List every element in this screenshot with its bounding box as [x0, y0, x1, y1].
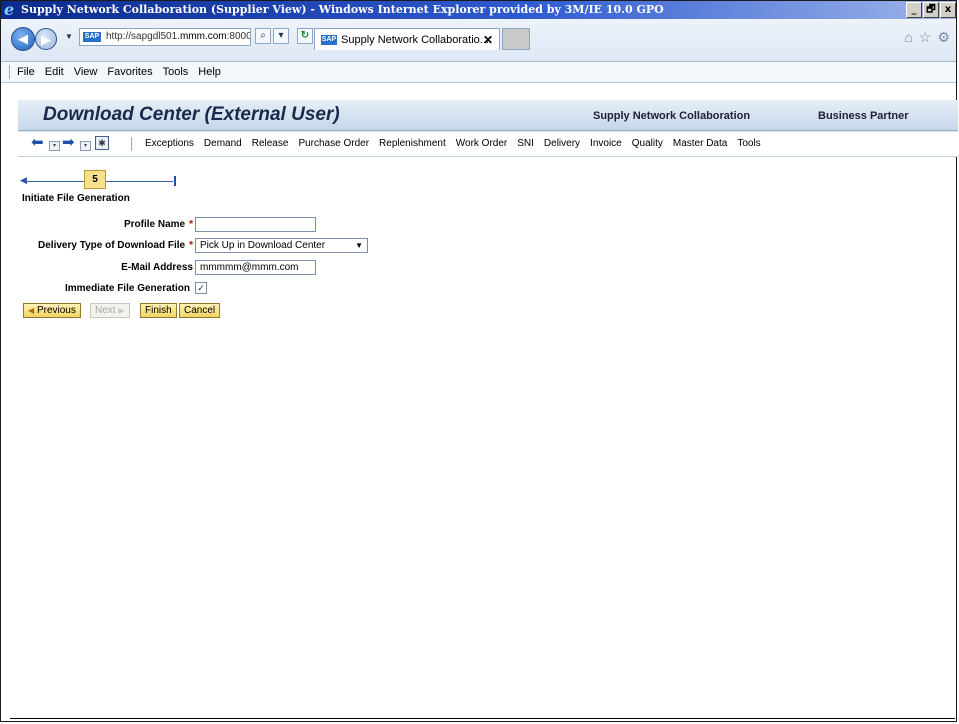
close-window-button[interactable]: x	[940, 2, 956, 18]
tab-favicon-icon: SAP	[321, 35, 337, 45]
nav-item-exceptions[interactable]: Exceptions	[140, 132, 199, 156]
nav-item-replenishment[interactable]: Replenishment	[374, 132, 451, 156]
window-bottom-border	[10, 718, 955, 719]
history-dropdown-icon[interactable]: ▼	[65, 32, 73, 41]
window-title: Supply Network Collaboration (Supplier V…	[21, 3, 664, 16]
next-arrow-icon: ▶	[118, 306, 125, 315]
profile-name-label-text: Profile Name	[123, 219, 186, 230]
url-domain: mmm.com	[179, 31, 227, 42]
finish-button[interactable]: Finish	[140, 303, 177, 318]
menu-file[interactable]: File	[17, 62, 35, 82]
back-arrow-icon[interactable]: ⬅	[31, 135, 44, 150]
minimize-button[interactable]: _	[906, 2, 922, 18]
delivery-type-value: Pick Up in Download Center	[200, 240, 326, 251]
roadmap-step-current[interactable]: 5	[84, 170, 106, 189]
previous-label: Previous	[36, 305, 76, 316]
address-dropdown-icon[interactable]: ▾	[273, 28, 289, 44]
next-label: Next	[95, 305, 116, 316]
delivery-type-label: Delivery Type of Download File *	[38, 240, 193, 251]
menu-favorites[interactable]: Favorites	[107, 62, 152, 82]
address-input[interactable]: SAP http://sapgdl501.mmm.com:8000,	[79, 28, 251, 46]
sap-header: Download Center (External User) Supply N…	[18, 100, 958, 131]
sap-navigation-strip: ⬅ ▾ ➡ ▾ ✱ Exceptions Demand Release Purc…	[18, 131, 958, 157]
favorites-star-icon[interactable]: ☆	[919, 29, 932, 46]
profile-name-input[interactable]	[195, 217, 316, 232]
nav-divider	[131, 137, 132, 151]
sap-nav-menu: Exceptions Demand Release Purchase Order…	[140, 132, 766, 156]
back-button[interactable]: ◀	[11, 27, 35, 51]
delivery-type-select[interactable]: Pick Up in Download Center ▼	[195, 238, 368, 253]
roadmap-step-label: Initiate File Generation	[22, 193, 130, 204]
refresh-icon[interactable]: ↻	[297, 28, 313, 44]
previous-arrow-icon: ◀	[28, 306, 35, 315]
nav-item-release[interactable]: Release	[247, 132, 294, 156]
url-prefix: http://sapgdl501.	[106, 31, 180, 42]
nav-item-purchase-order[interactable]: Purchase Order	[293, 132, 374, 156]
profile-name-label: Profile Name *	[124, 219, 193, 230]
browser-toolbar-icons: ⌂ ☆ ⚙	[904, 29, 950, 46]
sap-favicon-icon: SAP	[83, 32, 101, 42]
forward-arrow-icon[interactable]: ➡	[62, 135, 75, 150]
email-input[interactable]: mmmmm@mmm.com	[195, 260, 316, 275]
settings-gear-icon[interactable]: ⚙	[937, 29, 950, 46]
nav-item-delivery[interactable]: Delivery	[539, 132, 585, 156]
home-icon[interactable]: ⌂	[904, 29, 912, 46]
browser-menubar: File Edit View Favorites Tools Help	[1, 62, 956, 83]
menu-tools[interactable]: Tools	[163, 62, 189, 82]
tab-title: Supply Network Collaboratio...	[341, 34, 489, 46]
delivery-type-label-text: Delivery Type of Download File	[38, 240, 186, 251]
address-actions: ⌕ ▾ ↻	[255, 28, 313, 44]
required-marker: *	[189, 240, 193, 251]
nav-item-invoice[interactable]: Invoice	[585, 132, 627, 156]
nav-item-quality[interactable]: Quality	[627, 132, 668, 156]
dropdown-arrow-icon[interactable]: ▼	[355, 239, 363, 252]
window-titlebar: e Supply Network Collaboration (Supplier …	[1, 1, 956, 19]
browser-tab[interactable]: SAP Supply Network Collaboratio... ✕	[314, 28, 500, 50]
restore-button[interactable]: 🗗	[923, 2, 939, 18]
menu-edit[interactable]: Edit	[45, 62, 64, 82]
forward-history-icon[interactable]: ▾	[80, 141, 91, 151]
previous-button[interactable]: ◀ Previous	[23, 303, 81, 318]
address-toolbar: ◀ ▶ ▼ SAPhttp://sapgdl501.mmm.com:8000, …	[1, 19, 956, 62]
url-suffix: :8000,	[226, 31, 250, 42]
page-title: Download Center (External User)	[43, 104, 340, 125]
ie-logo-icon: e	[4, 0, 15, 19]
menu-view[interactable]: View	[74, 62, 98, 82]
favorites-icon[interactable]: ✱	[95, 136, 109, 150]
nav-item-tools[interactable]: Tools	[732, 132, 765, 156]
roadmap-end-marker	[174, 176, 176, 186]
header-link-business-partner[interactable]: Business Partner	[818, 110, 908, 122]
window-controls: _ 🗗 x	[906, 2, 956, 18]
email-label: E-Mail Address	[121, 262, 193, 273]
required-marker: *	[189, 219, 193, 230]
immediate-generation-checkbox[interactable]: ✓	[195, 282, 207, 294]
menu-help[interactable]: Help	[198, 62, 221, 82]
menubar-grip	[9, 65, 10, 79]
forward-button[interactable]: ▶	[35, 28, 57, 50]
nav-item-demand[interactable]: Demand	[199, 132, 247, 156]
nav-item-sni[interactable]: SNI	[512, 132, 539, 156]
header-link-snc[interactable]: Supply Network Collaboration	[593, 110, 750, 122]
new-tab-button[interactable]	[502, 28, 530, 50]
nav-item-master-data[interactable]: Master Data	[668, 132, 732, 156]
close-tab-icon[interactable]: ✕	[483, 29, 493, 51]
back-history-icon[interactable]: ▾	[49, 141, 60, 151]
nav-item-work-order[interactable]: Work Order	[451, 132, 513, 156]
next-button[interactable]: Next ▶	[90, 303, 130, 318]
cancel-button[interactable]: Cancel	[179, 303, 221, 318]
search-icon[interactable]: ⌕	[255, 28, 271, 44]
immediate-generation-label: Immediate File Generation	[64, 283, 190, 294]
